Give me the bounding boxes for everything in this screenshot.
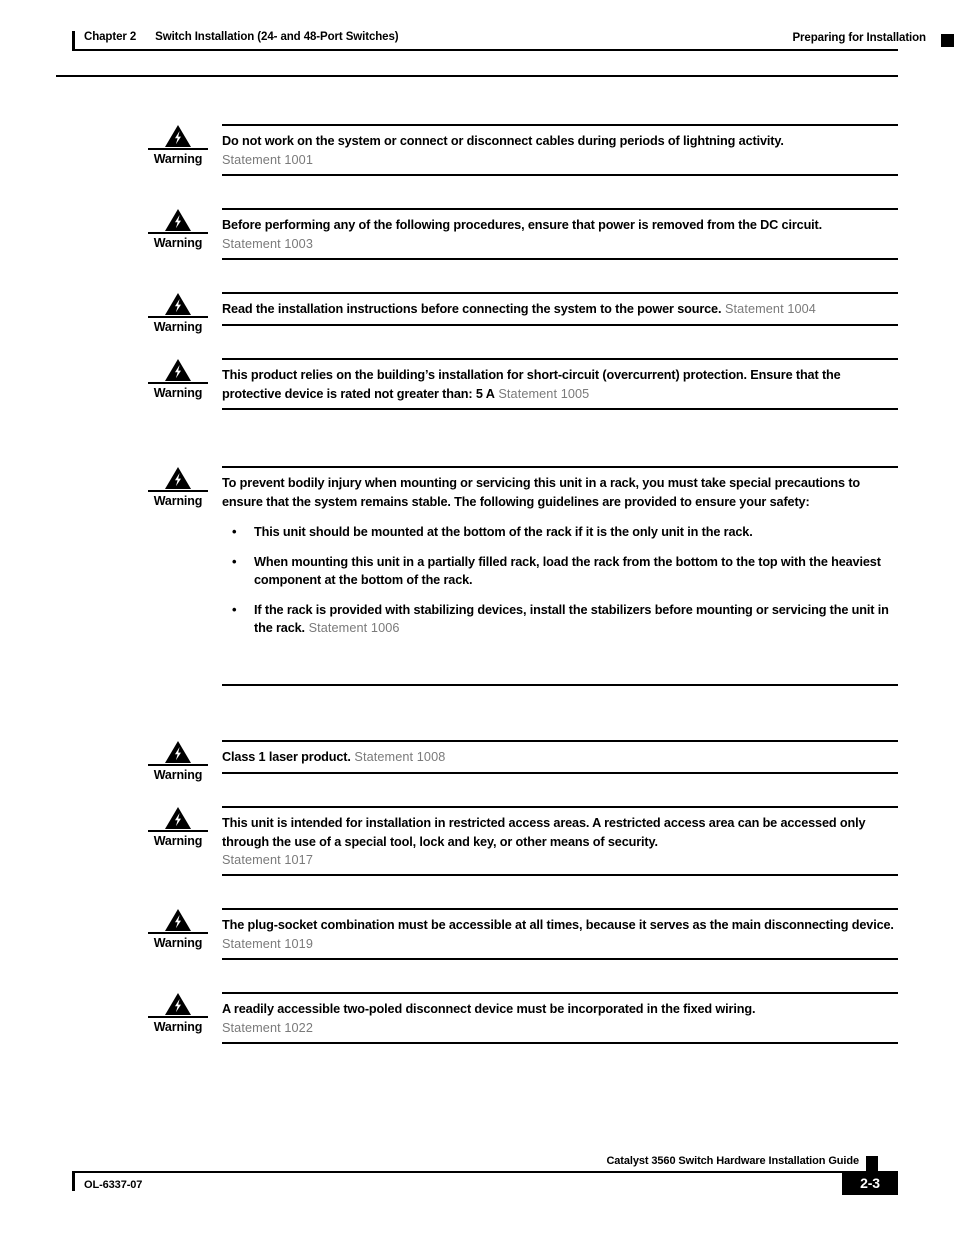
warning-triangle-lightning-icon xyxy=(165,293,191,315)
warning-statement-value: Statement 1019 xyxy=(222,936,313,951)
header-section-title: Preparing for Installation xyxy=(792,32,926,44)
warning-label: Warning xyxy=(153,768,203,782)
footer-marker-square-icon xyxy=(866,1156,878,1171)
warning-bullet-list: • This unit should be mounted at the bott… xyxy=(222,523,898,638)
warning-statement-value: Statement 1005 xyxy=(498,386,590,401)
warning-label-rule xyxy=(148,932,208,934)
warning-statement: Statement 1003 xyxy=(222,236,313,251)
warning-gutter: Warning xyxy=(148,208,208,251)
footer-document-number: OL-6337-07 xyxy=(84,1179,143,1191)
header-chapter-label: Chapter 2 xyxy=(84,31,137,43)
warning-gutter: Warning xyxy=(148,992,208,1035)
warning-triangle-lightning-icon xyxy=(165,125,191,147)
warning-label-rule xyxy=(148,316,208,318)
warning-text: This product relies on the building’s in… xyxy=(222,360,898,403)
warning-label: Warning xyxy=(153,834,203,848)
warning-text: This unit is intended for installation i… xyxy=(222,816,866,849)
warning-triangle-lightning-icon xyxy=(165,807,191,829)
header-chapter-title: Switch Installation (24- and 48-Port Swi… xyxy=(155,31,399,43)
warning-statement: Statement 1005 xyxy=(495,387,590,401)
warning-triangle-lightning-icon xyxy=(165,209,191,231)
warning-label: Warning xyxy=(153,386,203,400)
page-number-badge: 2-3 xyxy=(842,1171,898,1195)
warning-text-main: Read the installation instructions befor… xyxy=(222,302,722,316)
warning-statement: Statement 1001 xyxy=(222,152,313,167)
warning-text-main: Class 1 laser product. xyxy=(222,750,351,764)
warning-triangle-lightning-icon xyxy=(165,467,191,489)
warning-label: Warning xyxy=(153,320,203,334)
warning-label-rule xyxy=(148,382,208,384)
warning-body: Class 1 laser product. Statement 1008 xyxy=(222,740,898,774)
warning-text: Do not work on the system or connect or … xyxy=(222,134,784,148)
page-footer: Catalyst 3560 Switch Hardware Installati… xyxy=(0,1145,954,1235)
warning-text: To prevent bodily injury when mounting o… xyxy=(222,476,861,509)
page-header: Chapter 2 Switch Installation (24- and 48… xyxy=(0,30,954,80)
warning-statement-value: Statement 1008 xyxy=(354,750,446,764)
warning-statement: Statement 1017 xyxy=(222,853,313,867)
warning-label: Warning xyxy=(153,936,203,950)
warning-label-rule xyxy=(148,490,208,492)
warning-statement-value: Statement 1006 xyxy=(308,621,400,635)
warning-body-spacer xyxy=(222,638,898,684)
bullet-glyph-icon: • xyxy=(232,553,237,569)
footer-guide-title: Catalyst 3560 Switch Hardware Installati… xyxy=(606,1155,859,1167)
warning-label-rule xyxy=(148,764,208,766)
warning-body: To prevent bodily injury when mounting o… xyxy=(222,466,898,686)
warning-label-rule xyxy=(148,830,208,832)
warning-statement: Statement 1006 xyxy=(305,621,400,635)
warning-gutter: Warning xyxy=(148,740,208,783)
warning-triangle-lightning-icon xyxy=(165,909,191,931)
warning-text: The plug-socket combination must be acce… xyxy=(222,910,898,953)
list-item-text: This unit should be mounted at the botto… xyxy=(254,525,753,539)
footer-rule xyxy=(72,1171,898,1173)
warning-gutter: Warning xyxy=(148,806,208,849)
warning-gutter: Warning xyxy=(148,908,208,951)
warning-gutter: Warning xyxy=(148,358,208,401)
bullet-glyph-icon: • xyxy=(232,601,237,617)
warning-label: Warning xyxy=(153,152,203,166)
warning-statement: Statement 1004 xyxy=(721,302,816,316)
header-marker-square-icon xyxy=(941,34,954,47)
warning-body: A readily accessible two-poled disconnec… xyxy=(222,992,898,1044)
header-section-rule xyxy=(56,54,898,77)
warning-text-main: The plug-socket combination must be acce… xyxy=(222,918,894,932)
warning-gutter: Warning xyxy=(148,292,208,335)
warning-label-rule xyxy=(148,148,208,150)
warning-gutter: Warning xyxy=(148,124,208,167)
warning-text: Read the installation instructions befor… xyxy=(222,294,898,319)
warning-body: The plug-socket combination must be acce… xyxy=(222,908,898,960)
warning-label: Warning xyxy=(153,236,203,250)
warning-label-rule xyxy=(148,1016,208,1018)
warning-body: Do not work on the system or connect or … xyxy=(222,124,898,176)
list-item: • This unit should be mounted at the bott… xyxy=(222,523,898,542)
warning-statement-value: Statement 1004 xyxy=(724,302,816,316)
warning-label-rule xyxy=(148,232,208,234)
warning-gutter: Warning xyxy=(148,466,208,509)
warning-statement: Statement 1019 xyxy=(222,937,313,951)
warning-triangle-lightning-icon xyxy=(165,993,191,1015)
warning-text: A readily accessible two-poled disconnec… xyxy=(222,1002,756,1016)
warning-text: Before performing any of the following p… xyxy=(222,218,823,232)
list-item-text: When mounting this unit in a partially f… xyxy=(254,554,881,588)
warning-body: Read the installation instructions befor… xyxy=(222,292,898,326)
document-page: Chapter 2 Switch Installation (24- and 48… xyxy=(0,0,954,1235)
warning-text: Class 1 laser product. Statement 1008 xyxy=(222,742,898,767)
warning-body: Before performing any of the following p… xyxy=(222,208,898,260)
header-left-tick xyxy=(72,31,75,51)
warning-body: This unit is intended for installation i… xyxy=(222,806,898,876)
warning-label: Warning xyxy=(153,494,203,508)
warning-statement: Statement 1008 xyxy=(351,750,446,764)
breadcrumb: Chapter 2 Switch Installation (24- and 48… xyxy=(84,31,399,43)
footer-left-tick xyxy=(72,1172,75,1191)
list-item: • If the rack is provided with stabilizin… xyxy=(222,601,898,638)
bullet-glyph-icon: • xyxy=(232,524,237,539)
warning-triangle-lightning-icon xyxy=(165,741,191,763)
warning-label: Warning xyxy=(153,1020,203,1034)
warning-triangle-lightning-icon xyxy=(165,359,191,381)
list-item: • When mounting this unit in a partially … xyxy=(222,553,898,590)
warning-body: This product relies on the building’s in… xyxy=(222,358,898,410)
warning-statement: Statement 1022 xyxy=(222,1020,313,1035)
